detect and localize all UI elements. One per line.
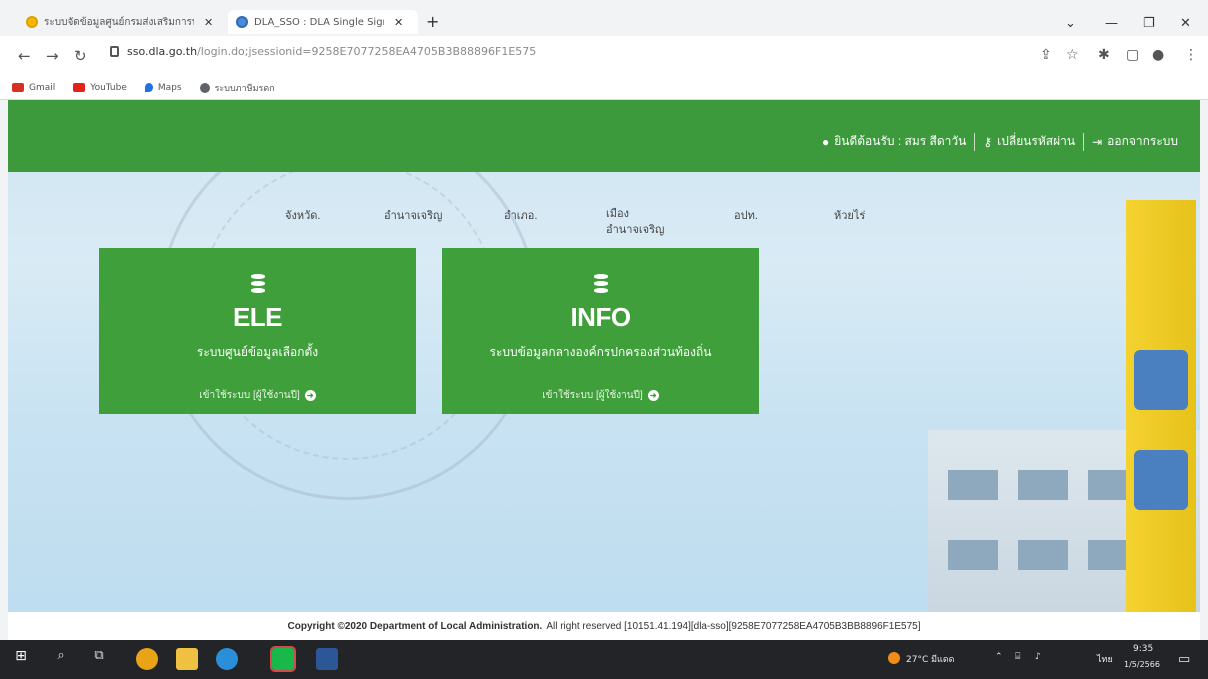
youtube-icon: [73, 83, 86, 92]
url-path: /login.do;jsessionid=9258E7077258EA4705B…: [197, 45, 537, 58]
notifications-icon[interactable]: ▭: [1178, 652, 1190, 667]
line-app-icon[interactable]: [270, 646, 296, 672]
tab-1[interactable]: ระบบจัดข้อมูลศูนย์กรมส่งเสริมการปกครอง ✕: [18, 10, 228, 34]
page-viewport: ● ยินดีต้อนรับ : สมร สีดาวัน ⚷ เปลี่ยนรห…: [8, 100, 1200, 640]
edge-icon[interactable]: [216, 648, 238, 670]
clock-date[interactable]: 1/5/2566: [1124, 660, 1160, 669]
bookmark-label: Gmail: [29, 82, 56, 93]
logout-label: ออกจากระบบ: [1107, 134, 1178, 148]
bookmark-gmail[interactable]: Gmail: [12, 83, 55, 93]
weather-text[interactable]: 27°C มีแดด: [906, 652, 955, 666]
extensions-icon[interactable]: ✱: [1098, 47, 1110, 63]
file-explorer-icon[interactable]: [176, 648, 198, 670]
close-icon[interactable]: ✕: [204, 16, 213, 29]
bookmark-youtube[interactable]: YouTube: [73, 83, 127, 93]
word-icon[interactable]: [316, 648, 338, 670]
reload-icon[interactable]: ↻: [74, 47, 87, 65]
window-close-icon[interactable]: ✕: [1180, 16, 1191, 31]
card-title: ระบบศูนย์ข้อมูลเลือกตั้ง: [196, 345, 319, 359]
arrow-circle-right-icon: ➜: [647, 390, 659, 401]
url-host: sso.dla.go.th: [127, 45, 198, 58]
bookmark-star-icon[interactable]: ☆: [1066, 47, 1079, 63]
province-value: อำนาจเจริญ: [384, 210, 443, 222]
browser-toolbar: ← → ↻ sso.dla.go.th /login.do;jsessionid…: [0, 36, 1208, 76]
welcome-text: ยินดีต้อนรับ : สมร สีดาวัน: [834, 134, 967, 148]
enter-label: เข้าใช้ระบบ [ผู้ใช้งานปี]: [542, 390, 643, 401]
search-icon[interactable]: ⌕: [50, 648, 72, 670]
welcome-user[interactable]: ● ยินดีต้อนรับ : สมร สีดาวัน: [814, 132, 974, 151]
enter-system-link[interactable]: เข้าใช้ระบบ [ผู้ใช้งานปี] ➜: [442, 388, 759, 403]
sign-out-icon: ⇥: [1092, 134, 1103, 149]
info-card[interactable]: INFO ระบบข้อมูลกลางองค์กรปกครองส่วนท้องถ…: [442, 248, 759, 414]
database-icon: [593, 274, 608, 294]
bookmark-label: Maps: [157, 82, 182, 93]
logout-link[interactable]: ⇥ ออกจากระบบ: [1084, 132, 1186, 151]
language-indicator[interactable]: ไทย: [1097, 652, 1113, 666]
ele-card[interactable]: ELE ระบบศูนย์ข้อมูลเลือกตั้ง เข้าใช้ระบบ…: [99, 248, 416, 414]
background-banner: [1126, 200, 1196, 620]
site-favicon-icon: [26, 16, 38, 28]
province-label: จังหวัด.: [285, 210, 321, 222]
bookmarks-bar: Gmail YouTube Maps ระบบภาษีมรดก: [0, 76, 1208, 100]
card-title: ระบบข้อมูลกลางองค์กรปกครองส่วนท้องถิ่น: [489, 345, 712, 359]
new-tab-icon[interactable]: +: [426, 12, 439, 31]
bookmark-tax[interactable]: ระบบภาษีมรดก: [199, 81, 275, 95]
key-icon: ⚷: [983, 134, 993, 149]
top-header: ● ยินดีต้อนรับ : สมร สีดาวัน ⚷ เปลี่ยนรห…: [8, 100, 1200, 172]
clock-time[interactable]: 9:35: [1133, 644, 1153, 654]
browser-chrome: ระบบจัดข้อมูลศูนย์กรมส่งเสริมการปกครอง ✕…: [0, 0, 1208, 100]
bookmark-label: ระบบภาษีมรดก: [214, 83, 275, 94]
side-panel-icon[interactable]: ▢: [1126, 47, 1139, 63]
gmail-icon: [12, 83, 24, 92]
menu-icon[interactable]: ⋮: [1184, 47, 1198, 63]
close-icon[interactable]: ✕: [394, 16, 403, 29]
arrow-circle-right-icon: ➜: [304, 390, 316, 401]
globe-icon: [199, 82, 210, 93]
volume-icon[interactable]: ♪: [1035, 652, 1041, 662]
user-circle-icon: ●: [821, 134, 830, 149]
windows-start-icon[interactable]: ⊞: [10, 648, 32, 670]
network-icon[interactable]: ⌸: [1015, 652, 1020, 662]
profile-avatar-icon[interactable]: ●: [1152, 47, 1164, 63]
bookmark-label: YouTube: [90, 82, 127, 93]
enter-system-link[interactable]: เข้าใช้ระบบ [ผู้ใช้งานปี] ➜: [99, 388, 416, 403]
tab-title: ระบบจัดข้อมูลศูนย์กรมส่งเสริมการปกครอง: [44, 16, 194, 28]
change-password-label: เปลี่ยนรหัสผ่าน: [997, 134, 1076, 148]
org-label: อปท.: [734, 210, 758, 222]
site-favicon-icon: [236, 16, 248, 28]
tray-chevron-icon[interactable]: ⌃: [995, 652, 1003, 662]
district-label: อำเภอ.: [504, 210, 538, 222]
back-icon[interactable]: ←: [18, 47, 31, 65]
copyright-text: Copyright ©2020 Department of Local Admi…: [287, 620, 543, 632]
rights-text: All right reserved [10151.41.194][dla-ss…: [546, 620, 921, 632]
district-value: เมือง อำนาจเจริญ: [606, 208, 665, 236]
user-menu: ● ยินดีต้อนรับ : สมร สีดาวัน ⚷ เปลี่ยนรห…: [814, 132, 1186, 151]
tab-search-icon[interactable]: ⌄: [1065, 16, 1076, 31]
card-code: ELE: [232, 302, 283, 332]
task-view-icon[interactable]: ⧉: [88, 648, 110, 670]
address-bar[interactable]: sso.dla.go.th /login.do;jsessionid=9258E…: [110, 45, 536, 58]
tab-2[interactable]: DLA_SSO : DLA Single Sign-c ✕: [228, 10, 418, 34]
minimize-icon[interactable]: —: [1105, 16, 1118, 31]
forward-icon[interactable]: →: [46, 47, 59, 65]
page-footer: Copyright ©2020 Department of Local Admi…: [8, 612, 1200, 640]
restore-icon[interactable]: ❐: [1143, 16, 1155, 31]
maps-pin-icon: [144, 83, 153, 92]
card-code: INFO: [570, 302, 631, 332]
tab-title: DLA_SSO : DLA Single Sign-c: [254, 16, 384, 28]
database-icon: [250, 274, 265, 294]
windows-taskbar: ⊞ ⌕ ⧉ 27°C มีแดด ⌃ ⌸ ♪ ไทย 9:35 1/5/2566…: [0, 640, 1208, 679]
chrome-icon[interactable]: [136, 648, 158, 670]
enter-label: เข้าใช้ระบบ [ผู้ใช้งานปี]: [199, 390, 300, 401]
bookmark-maps[interactable]: Maps: [144, 82, 182, 93]
tab-strip: ระบบจัดข้อมูลศูนย์กรมส่งเสริมการปกครอง ✕…: [0, 8, 1208, 36]
lock-icon: [110, 46, 119, 57]
change-password-link[interactable]: ⚷ เปลี่ยนรหัสผ่าน: [975, 132, 1083, 151]
share-icon[interactable]: ⇪: [1040, 47, 1052, 63]
org-value: ห้วยไร่: [834, 210, 866, 222]
weather-icon: [888, 652, 900, 664]
